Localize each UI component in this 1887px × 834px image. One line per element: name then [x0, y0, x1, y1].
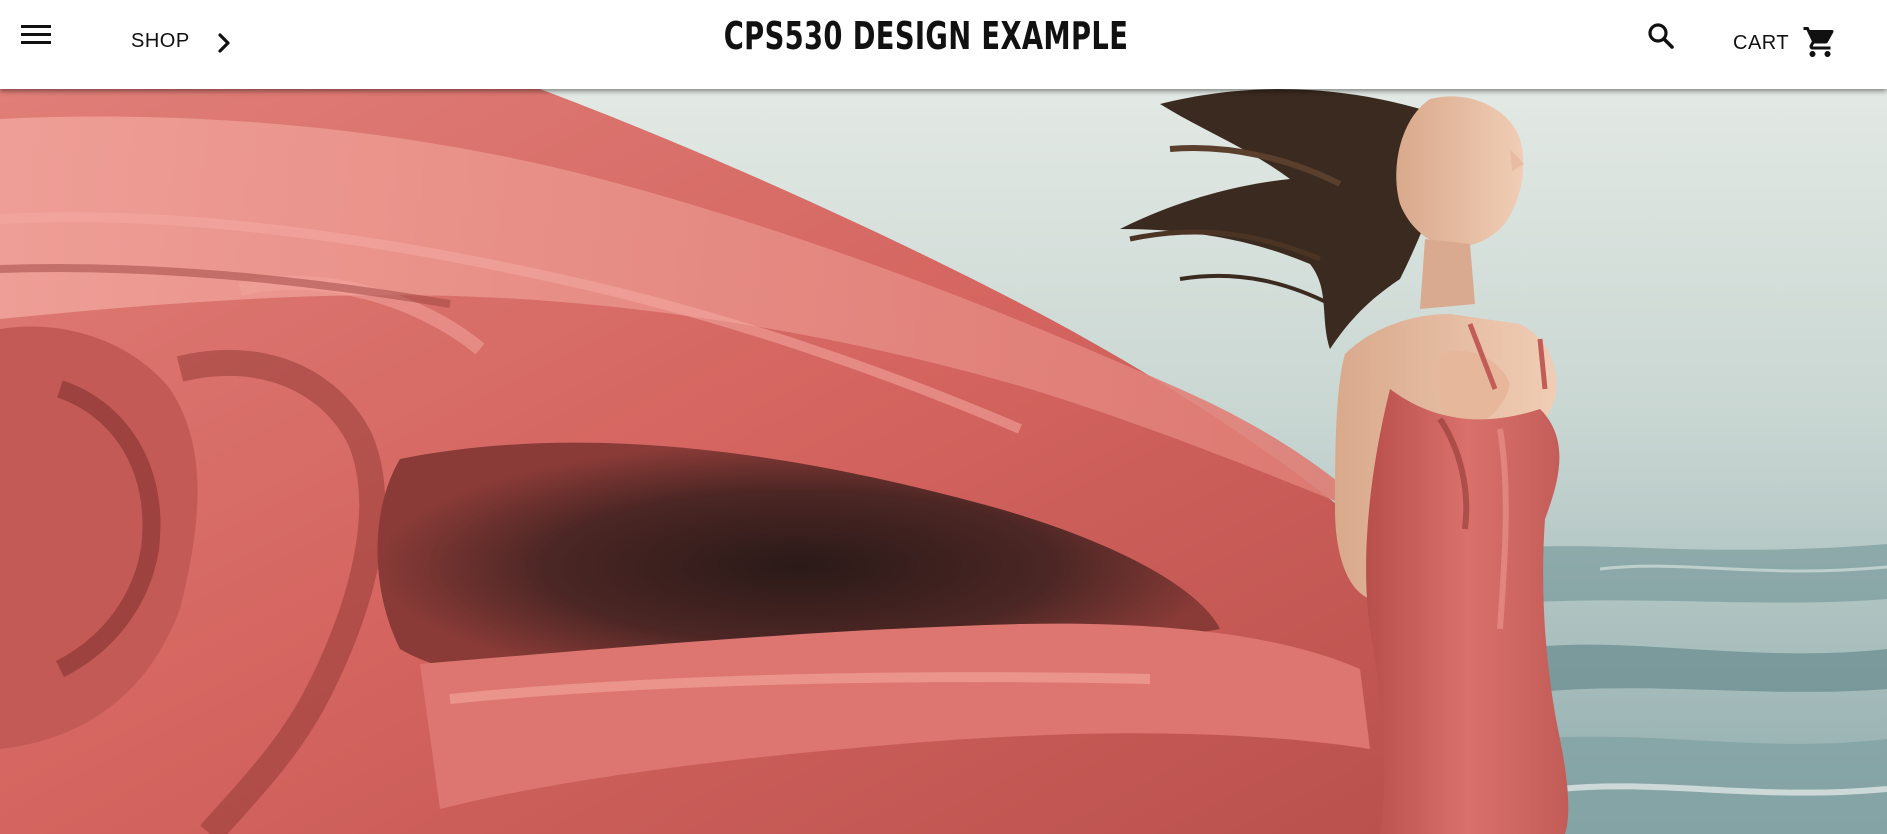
- shop-link[interactable]: SHOP: [131, 30, 190, 53]
- page: SHOP CPS530 DESIGN EXAMPLE CART: [0, 0, 1887, 834]
- hero-banner: [0, 89, 1887, 834]
- hero-image: [0, 89, 1887, 834]
- cart-link[interactable]: CART: [1733, 32, 1789, 55]
- search-icon[interactable]: [1645, 20, 1677, 52]
- chevron-right-icon[interactable]: [215, 30, 235, 56]
- shopping-cart-icon[interactable]: [1802, 24, 1838, 60]
- site-title[interactable]: CPS530 DESIGN EXAMPLE: [259, 14, 1592, 58]
- top-nav-bar: SHOP CPS530 DESIGN EXAMPLE CART: [0, 0, 1887, 89]
- hamburger-menu-icon[interactable]: [19, 22, 53, 48]
